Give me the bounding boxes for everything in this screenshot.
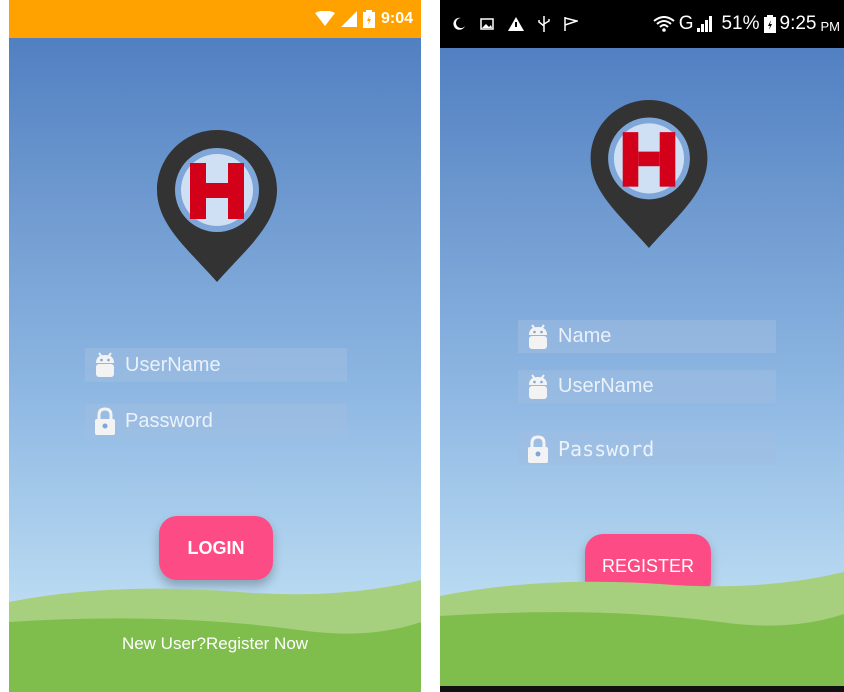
- moon-icon: [453, 17, 465, 30]
- register-now-link[interactable]: New User?Register Now: [9, 634, 421, 654]
- signal-icon: [340, 11, 357, 27]
- wifi-icon: [653, 16, 675, 32]
- system-icons: G 51% 9:25 PM: [653, 13, 840, 35]
- status-bar: G 51% 9:25 PM: [440, 0, 844, 48]
- android-icon: [526, 323, 550, 351]
- login-button-label: LOGIN: [187, 537, 245, 558]
- name-field[interactable]: Name: [518, 320, 776, 353]
- map-pin-logo: [157, 130, 277, 282]
- image-icon: [480, 18, 494, 30]
- navigation-bar: [440, 686, 844, 692]
- hills-illustration: [9, 580, 421, 692]
- android-icon: [93, 351, 117, 379]
- lock-icon: [93, 407, 117, 435]
- network-type: G: [678, 13, 694, 34]
- lock-icon: [526, 434, 550, 463]
- android-icon: [526, 373, 550, 401]
- username-placeholder: UserName: [558, 375, 654, 397]
- map-pin-logo: [590, 100, 708, 248]
- login-screen: 9:04 UserName Password LOGIN New User?Re…: [9, 0, 421, 692]
- username-placeholder: UserName: [125, 353, 221, 376]
- notification-icons: [452, 16, 578, 32]
- background: Name UserName Password REGISTER: [440, 48, 844, 686]
- battery-icon: [362, 10, 375, 28]
- warning-icon: [508, 17, 524, 31]
- wifi-icon: [314, 11, 335, 26]
- battery-percent: 51%: [721, 13, 760, 34]
- status-ampm: PM: [820, 19, 841, 34]
- usb-icon: [538, 16, 550, 32]
- name-placeholder: Name: [558, 325, 612, 347]
- password-field[interactable]: Password: [518, 432, 776, 465]
- background: UserName Password LOGIN New User?Registe…: [9, 38, 421, 692]
- hills-illustration: [440, 572, 844, 686]
- status-time: 9:04: [380, 10, 413, 27]
- password-placeholder: Password: [558, 436, 655, 461]
- register-screen: G 51% 9:25 PM Name UserName Password REG…: [440, 0, 844, 692]
- battery-icon: [763, 15, 776, 33]
- status-bar: 9:04: [9, 0, 421, 38]
- status-time: 9:25: [779, 13, 817, 34]
- username-field[interactable]: UserName: [85, 348, 347, 382]
- username-field[interactable]: UserName: [518, 370, 776, 403]
- password-field[interactable]: Password: [85, 404, 347, 438]
- password-placeholder: Password: [125, 409, 213, 432]
- flag-icon: [564, 17, 578, 31]
- signal-icon: [697, 16, 713, 32]
